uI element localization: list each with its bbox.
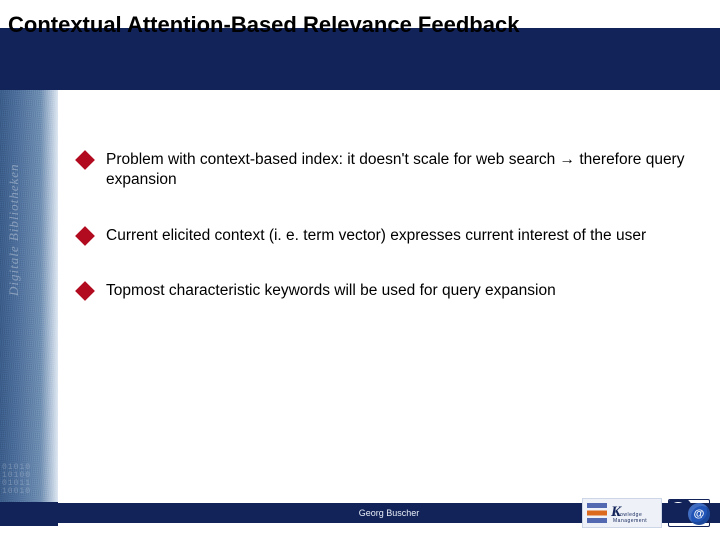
logo-area: K Knowledge Management @	[582, 495, 710, 531]
sidebar-vertical-text: Digitale Bibliotheken	[6, 163, 22, 296]
slide-title: Contextual Attention-Based Relevance Fee…	[8, 12, 712, 38]
bullet-item: Problem with context-based index: it doe…	[78, 150, 692, 190]
diamond-bullet-icon	[75, 150, 95, 170]
bullet-item: Topmost characteristic keywords will be …	[78, 281, 692, 301]
bullet-text: Current elicited context (i. e. term vec…	[106, 226, 692, 246]
km-logo-bars-icon	[587, 503, 607, 523]
dfki-globe-icon: @	[688, 503, 710, 525]
diamond-bullet-icon	[75, 226, 95, 246]
bullet-item: Current elicited context (i. e. term vec…	[78, 226, 692, 246]
footer-author: Georg Buscher	[359, 508, 420, 518]
bullet-text: Problem with context-based index: it doe…	[106, 150, 692, 190]
at-symbol: @	[688, 508, 710, 520]
sidebar-texture	[0, 90, 58, 502]
km-logo-subtext: Knowledge Management	[613, 512, 661, 524]
sidebar-cap	[0, 502, 58, 526]
dfki-logo: @	[668, 499, 710, 527]
slide: Contextual Attention-Based Relevance Fee…	[0, 0, 720, 540]
diamond-bullet-icon	[75, 282, 95, 302]
sidebar-binary-text: 01010 10100 01011 10010	[2, 464, 31, 496]
sidebar-graphic: Digitale Bibliotheken 01010 10100 01011 …	[0, 90, 58, 502]
bullet-text: Topmost characteristic keywords will be …	[106, 281, 692, 301]
km-logo: K Knowledge Management	[582, 498, 662, 528]
content-area: Problem with context-based index: it doe…	[78, 150, 692, 337]
